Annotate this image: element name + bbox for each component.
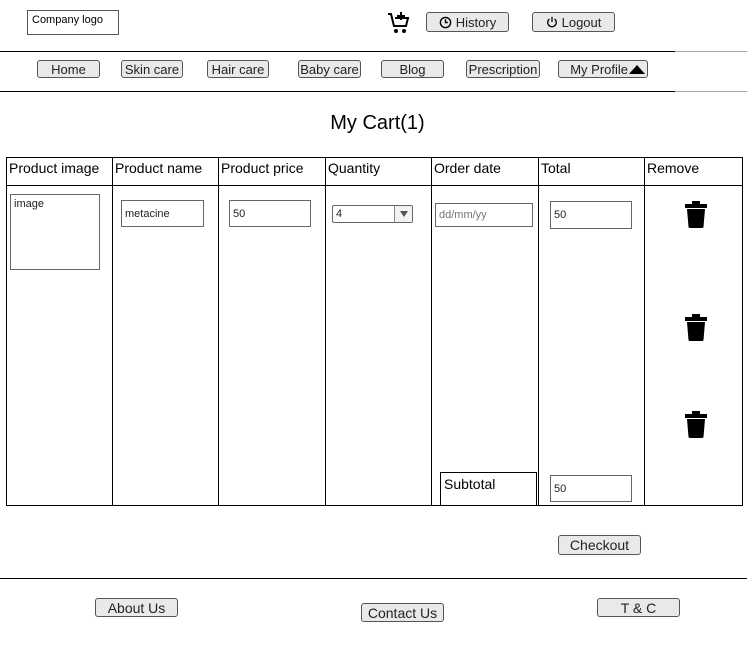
quantity-select-arrow[interactable]	[394, 206, 412, 222]
header-remove: Remove	[647, 160, 700, 176]
logout-button[interactable]: Logout	[532, 12, 615, 32]
product-image-label: image	[14, 198, 44, 210]
nav-skin-care-label: Skin care	[124, 61, 180, 77]
checkout-label: Checkout	[569, 537, 630, 553]
page-title: My Cart(1)	[330, 112, 425, 134]
total-field[interactable]	[550, 201, 632, 229]
contact-us-label: Contact Us	[367, 604, 438, 621]
trash-icon[interactable]	[685, 201, 707, 228]
header-product-name: Product name	[115, 160, 203, 176]
nav-skin-care[interactable]: Skin care	[121, 60, 183, 78]
company-logo-text: Company logo	[32, 14, 103, 26]
col-divider	[644, 157, 645, 506]
header-quantity: Quantity	[328, 160, 381, 176]
history-button[interactable]: History	[426, 12, 509, 32]
triangle-down-icon	[399, 211, 408, 217]
order-date-field[interactable]	[435, 203, 533, 227]
triangle-up-icon	[629, 65, 645, 74]
col-divider	[431, 157, 432, 506]
contact-us-button[interactable]: Contact Us	[361, 603, 444, 622]
nav-hair-care[interactable]: Hair care	[207, 60, 269, 78]
cart-table-header-divider	[6, 185, 743, 186]
nav-my-profile-label: My Profile	[570, 61, 628, 77]
nav-my-profile[interactable]: My Profile	[558, 60, 648, 78]
nav-baby-care[interactable]: Baby care	[298, 60, 361, 78]
product-image-placeholder: image	[10, 194, 100, 270]
trash-icon[interactable]	[685, 314, 707, 341]
nav-baby-care-label: Baby care	[300, 61, 359, 77]
company-logo: Company logo	[27, 10, 119, 35]
header-product-image: Product image	[9, 160, 100, 176]
header-total: Total	[541, 160, 571, 176]
nav-prescription-label: Prescription	[468, 61, 538, 77]
trash-icon[interactable]	[685, 411, 707, 438]
footer-divider	[0, 578, 747, 579]
power-icon	[546, 16, 557, 28]
col-divider	[325, 157, 326, 506]
subtotal-text: Subtotal	[444, 476, 496, 492]
quantity-value: 4	[336, 208, 343, 220]
nav-home[interactable]: Home	[37, 60, 100, 78]
cart-icon[interactable]	[387, 11, 411, 35]
nav-blog-label: Blog	[399, 61, 426, 77]
header-divider-right	[675, 51, 747, 52]
clock-icon	[439, 16, 452, 28]
checkout-button[interactable]: Checkout	[558, 535, 641, 555]
nav-divider-right	[675, 91, 747, 92]
terms-label: T & C	[620, 599, 657, 616]
logout-label: Logout	[561, 14, 602, 30]
col-divider	[112, 157, 113, 506]
nav-home-label: Home	[51, 61, 86, 77]
history-label: History	[455, 14, 497, 30]
nav-hair-care-label: Hair care	[211, 61, 265, 77]
subtotal-field[interactable]	[550, 475, 632, 502]
nav-prescription[interactable]: Prescription	[466, 60, 540, 78]
quantity-select[interactable]: 4	[332, 205, 413, 223]
header-product-price: Product price	[221, 160, 304, 176]
nav-blog[interactable]: Blog	[381, 60, 444, 78]
about-us-button[interactable]: About Us	[95, 598, 178, 617]
header-divider	[0, 51, 675, 52]
product-price-field[interactable]	[229, 200, 311, 227]
terms-button[interactable]: T & C	[597, 598, 680, 617]
col-divider	[218, 157, 219, 506]
subtotal-label: Subtotal	[440, 472, 537, 506]
product-name-field[interactable]	[121, 200, 204, 227]
about-us-label: About Us	[107, 599, 166, 616]
header-order-date: Order date	[434, 160, 501, 176]
nav-divider	[0, 91, 675, 92]
col-divider	[538, 157, 539, 506]
